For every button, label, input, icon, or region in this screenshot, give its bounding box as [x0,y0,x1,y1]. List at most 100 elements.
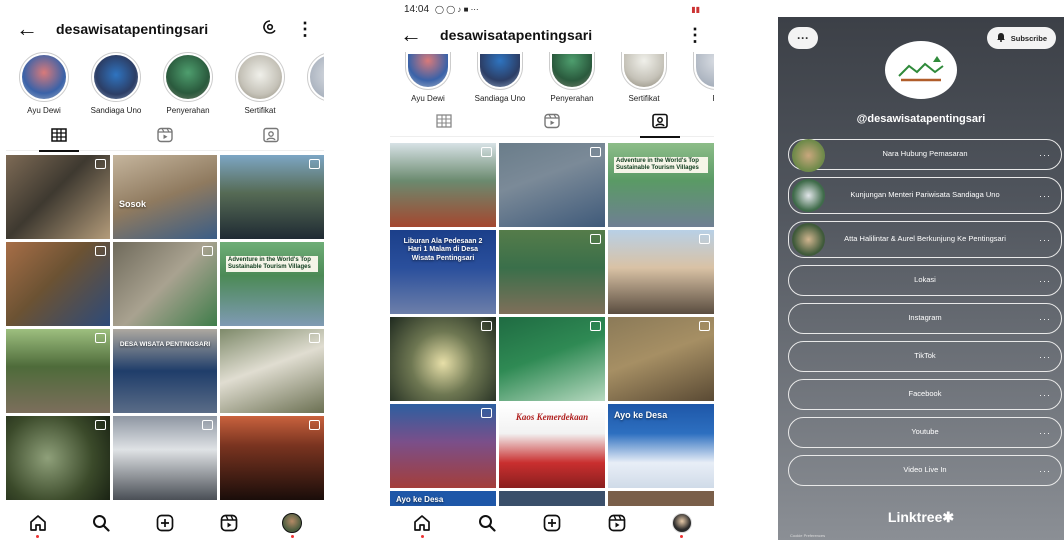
post-thumbnail[interactable]: Liburan Ala Pedesaan 2 Hari 1 Malam di D… [390,230,496,314]
post-thumbnail[interactable] [113,242,217,326]
reel-icon [309,159,320,169]
tab-reels[interactable] [145,127,185,149]
post-thumbnail[interactable] [499,317,605,401]
link-more-icon[interactable]: ··· [1039,466,1051,476]
tab-tagged[interactable] [640,113,680,138]
cookie-preferences-link[interactable]: Cookie Preferences [790,533,825,538]
post-thumbnail[interactable]: Adventure in the World's Top Sustainable… [608,143,714,227]
highlight-penyerahan[interactable]: Penyerahan [546,52,598,103]
highlight-ayu-dewi[interactable]: Ayu Dewi [18,52,70,115]
highlight-photo [94,55,138,99]
link-more-icon[interactable]: ··· [1039,276,1051,286]
link-video-live-in[interactable]: Video Live In ··· [788,455,1062,486]
tab-tagged[interactable] [251,127,291,149]
profile-header: ← desawisatapentingsari ⋮ [390,18,714,52]
instagram-profile-left: ← desawisatapentingsari ⋮ Ayu Dewi Sandi… [6,0,324,540]
link-nara-hubung-pemasaran[interactable]: Nara Hubung Pemasaran ··· [788,139,1062,172]
post-thumbnail[interactable] [608,230,714,314]
post-thumbnail[interactable]: DESA WISATA PENTINGSARI [113,329,217,413]
more-options-button[interactable]: ··· [788,27,818,49]
post-thumbnail[interactable] [499,230,605,314]
status-time: 14:04 [404,3,430,15]
highlight-sertifikat[interactable]: Sertifikat [618,52,670,103]
post-thumbnail[interactable]: Sosok [113,155,217,239]
post-thumbnail[interactable]: Adventure in the World's Top Sustainable… [220,242,324,326]
link-more-icon[interactable]: ··· [1039,428,1051,438]
link-label: Atta Halilintar & Aurel Berkunjung Ke Pe… [844,234,1006,244]
reel-icon [481,321,492,331]
link-kunjungan-menteri[interactable]: Kunjungan Menteri Pariwisata Sandiaga Un… [788,177,1062,214]
highlight-sandiaga-uno[interactable]: Sandiaga Uno [474,52,526,103]
link-more-icon[interactable]: ··· [1039,235,1051,245]
highlight-photo [408,54,448,87]
tab-grid[interactable] [39,127,79,152]
threads-icon[interactable] [262,19,278,40]
linktree-logo[interactable]: Linktree✱ [778,509,1064,526]
reel-icon [202,246,213,256]
more-options-icon[interactable]: ⋮ [686,25,704,46]
tab-grid[interactable] [424,113,464,135]
post-thumbnail[interactable] [220,416,324,500]
bell-icon [996,32,1006,44]
post-thumbnail[interactable]: Ayo ke Desa [608,404,714,488]
highlight-sandiaga-uno[interactable]: Sandiaga Uno [90,52,142,115]
post-thumbnail[interactable] [220,329,324,413]
profile-avatar[interactable] [280,511,304,538]
post-thumbnail[interactable] [220,155,324,239]
post-thumbnail[interactable] [390,143,496,227]
profile-tabs [6,125,324,152]
link-label: TikTok [914,351,936,361]
highlight-pi[interactable]: Pi [690,52,714,103]
post-thumbnail[interactable] [390,404,496,488]
tab-reels[interactable] [532,113,572,135]
reel-icon [699,321,710,331]
post-thumbnail[interactable] [113,416,217,500]
grid-icon [436,114,452,133]
link-instagram[interactable]: Instagram ··· [788,303,1062,334]
link-more-icon[interactable]: ··· [1039,390,1051,400]
status-bar: 14:04 ◯ ◯ ♪ ■ ⋯ ▮▮ [390,0,714,18]
back-arrow-icon[interactable]: ← [16,18,38,40]
reels-nav-icon[interactable] [605,511,629,535]
post-thumbnail[interactable] [608,317,714,401]
post-thumbnail[interactable] [6,155,110,239]
post-thumbnail[interactable] [390,317,496,401]
subscribe-button[interactable]: Subscribe [986,27,1056,49]
link-more-icon[interactable]: ··· [1039,150,1051,160]
more-options-icon[interactable]: ⋮ [296,19,314,40]
reels-nav-icon[interactable] [217,511,241,535]
link-tiktok[interactable]: TikTok ··· [788,341,1062,372]
link-label: Facebook [908,389,942,399]
profile-avatar[interactable] [670,511,694,538]
link-more-icon[interactable]: ··· [1039,314,1051,324]
create-post-icon[interactable] [540,511,564,535]
highlight-pi[interactable]: Pi [306,52,324,115]
search-icon[interactable] [89,511,113,535]
post-thumbnail[interactable] [499,143,605,227]
post-overlay-text: Kaos Kemerdekaan [515,412,589,422]
highlight-label: Pi [690,94,714,103]
linktree-page: ··· Subscribe @desawisatapentingsari Nar… [778,17,1064,540]
highlight-sertifikat[interactable]: Sertifikat [234,52,286,115]
post-thumbnail[interactable] [6,329,110,413]
subscribe-label: Subscribe [1010,33,1047,43]
link-label: Nara Hubung Pemasaran [882,149,968,159]
link-more-icon[interactable]: ··· [1039,191,1051,201]
link-atta-halilintar[interactable]: Atta Halilintar & Aurel Berkunjung Ke Pe… [788,221,1062,258]
post-thumbnail[interactable] [6,242,110,326]
search-icon[interactable] [475,511,499,535]
highlight-photo [166,55,210,99]
post-thumbnail[interactable] [6,416,110,500]
home-icon[interactable] [410,511,434,538]
home-icon[interactable] [26,511,50,538]
link-youtube[interactable]: Youtube ··· [788,417,1062,448]
post-thumbnail[interactable]: Kaos Kemerdekaan [499,404,605,488]
highlight-penyerahan[interactable]: Penyerahan [162,52,214,115]
link-more-icon[interactable]: ··· [1039,352,1051,362]
back-arrow-icon[interactable]: ← [400,24,422,46]
create-post-icon[interactable] [153,511,177,535]
highlight-ayu-dewi[interactable]: Ayu Dewi [402,52,454,103]
post-overlay-text: Adventure in the World's Top Sustainable… [614,157,708,174]
link-facebook[interactable]: Facebook ··· [788,379,1062,410]
link-lokasi[interactable]: Lokasi ··· [788,265,1062,296]
